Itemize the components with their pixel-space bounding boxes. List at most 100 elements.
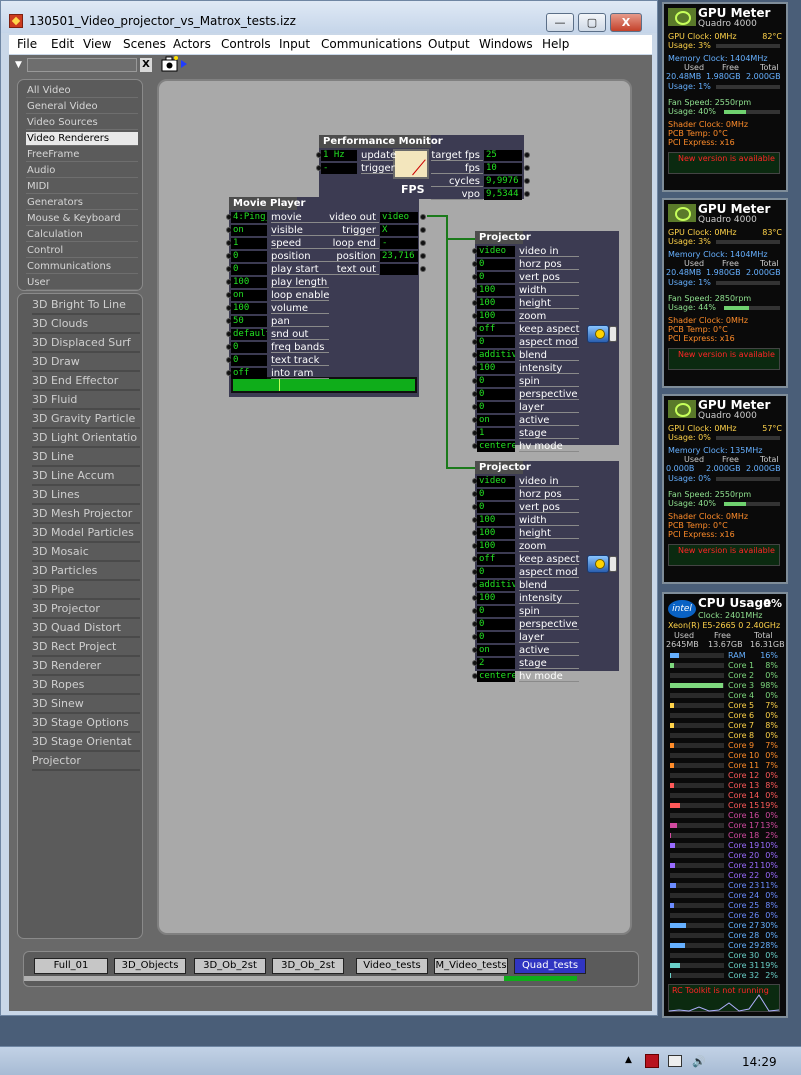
input-value[interactable]: 1: [477, 428, 515, 439]
input-value[interactable]: centere: [477, 671, 515, 682]
output-port-dot[interactable]: [524, 165, 530, 171]
gpu-meter-gadget[interactable]: GPU Meter Quadro 4000 GPU Clock: 0MHz Usage…: [662, 198, 788, 388]
actor-list-item[interactable]: Projector: [32, 754, 140, 771]
input-value[interactable]: 100: [477, 515, 515, 526]
output-port-dot[interactable]: [420, 253, 426, 259]
scene-tab[interactable]: 3D_Ob_2st: [194, 958, 266, 974]
minimize-button[interactable]: —: [546, 13, 574, 32]
projector-actor-1[interactable]: Projector video video in 0 horz pos 0 vert po…: [472, 231, 619, 452]
actor-list-item[interactable]: 3D Displaced Surf: [32, 336, 140, 353]
category-item[interactable]: FreeFrame: [26, 148, 138, 162]
input-value[interactable]: 0: [477, 502, 515, 513]
output-port-dot[interactable]: [524, 178, 530, 184]
menu-scenes[interactable]: Scenes: [123, 37, 166, 51]
category-item[interactable]: Calculation: [26, 228, 138, 242]
actor-list-item[interactable]: 3D Projector: [32, 602, 140, 619]
performance-monitor-actor[interactable]: Performance Monitor FPS 1 Hz update - trigg…: [316, 135, 530, 200]
cpu-usage-gadget[interactable]: intel CPU Usage 9% Clock: 2401MHz Xeon(R…: [662, 592, 788, 1018]
actor-list-item[interactable]: 3D Rect Project: [32, 640, 140, 657]
input-value[interactable]: on: [477, 415, 515, 426]
filter-dropdown-icon[interactable]: ▼: [15, 60, 22, 70]
new-version-notice[interactable]: New version is available: [678, 154, 775, 163]
input-value[interactable]: 0: [477, 337, 515, 348]
actor-list-item[interactable]: 3D Sinew: [32, 697, 140, 714]
menu-edit[interactable]: Edit: [51, 37, 74, 51]
close-button[interactable]: X: [610, 13, 642, 32]
input-value[interactable]: 1: [231, 238, 267, 249]
menu-help[interactable]: Help: [542, 37, 569, 51]
category-item[interactable]: Video Renderers: [26, 132, 138, 146]
actor-list-item[interactable]: 3D End Effector: [32, 374, 140, 391]
scene-tab[interactable]: 3D_Objects: [114, 958, 186, 974]
category-item[interactable]: Mouse & Keyboard: [26, 212, 138, 226]
actor-list-item[interactable]: 3D Light Orientatio: [32, 431, 140, 448]
actor-list-item[interactable]: 3D Ropes: [32, 678, 140, 695]
new-version-notice[interactable]: New version is available: [678, 546, 775, 555]
menu-view[interactable]: View: [83, 37, 111, 51]
projector-actor-2[interactable]: Projector video video in 0 horz pos 0 vert po…: [472, 461, 619, 682]
input-value[interactable]: off: [231, 368, 267, 379]
scene-tab[interactable]: Quad_tests: [514, 958, 586, 974]
input-value[interactable]: 0: [231, 342, 267, 353]
category-item[interactable]: All Video: [26, 84, 138, 98]
input-value[interactable]: 0: [477, 389, 515, 400]
movie-player-actor[interactable]: Movie Player 4:Ping_movieonvisible1speed…: [226, 197, 426, 397]
input-value[interactable]: 0: [231, 355, 267, 366]
menu-output[interactable]: Output: [428, 37, 470, 51]
input-value[interactable]: on: [231, 290, 267, 301]
tray-app-icon[interactable]: [645, 1054, 659, 1068]
category-item[interactable]: General Video: [26, 100, 138, 114]
gpu-meter-gadget[interactable]: GPU Meter Quadro 4000 GPU Clock: 0MHz Usage…: [662, 2, 788, 192]
actor-list-item[interactable]: 3D Lines: [32, 488, 140, 505]
menu-controls[interactable]: Controls: [221, 37, 271, 51]
actor-list-item[interactable]: 3D Mosaic: [32, 545, 140, 562]
output-port-dot[interactable]: [420, 214, 426, 220]
input-value[interactable]: 0: [477, 567, 515, 578]
output-port-dot[interactable]: [420, 227, 426, 233]
category-item[interactable]: Control: [26, 244, 138, 258]
scene-editor-canvas[interactable]: Performance Monitor FPS 1 Hz update - trigg…: [157, 79, 632, 935]
input-value[interactable]: centere: [477, 441, 515, 452]
actor-list-item[interactable]: 3D Fluid: [32, 393, 140, 410]
movie-progress-bar[interactable]: [231, 377, 417, 393]
input-value[interactable]: 100: [477, 528, 515, 539]
network-icon[interactable]: [668, 1055, 682, 1067]
rc-toolkit-notice[interactable]: RC Toolkit is not running: [672, 986, 769, 995]
actor-list-item[interactable]: 3D Clouds: [32, 317, 140, 334]
menu-communications[interactable]: Communications: [321, 37, 422, 51]
actor-list-item[interactable]: 3D Model Particles: [32, 526, 140, 543]
input-value[interactable]: on: [477, 645, 515, 656]
menu-actors[interactable]: Actors: [173, 37, 211, 51]
input-value[interactable]: 4:Ping_: [231, 212, 267, 223]
output-port-dot[interactable]: [420, 240, 426, 246]
movie-position-cursor[interactable]: [278, 379, 280, 391]
input-value[interactable]: 1 Hz: [321, 150, 357, 161]
input-value[interactable]: 0: [477, 619, 515, 630]
actor-list-item[interactable]: 3D Mesh Projector: [32, 507, 140, 524]
maximize-button[interactable]: ▢: [578, 13, 606, 32]
input-value[interactable]: additive: [477, 580, 515, 591]
input-value[interactable]: 0: [477, 489, 515, 500]
input-value[interactable]: 100: [477, 298, 515, 309]
search-clear-button[interactable]: X: [140, 58, 152, 72]
output-port-dot[interactable]: [524, 152, 530, 158]
scene-tab-scrollbar[interactable]: [24, 976, 577, 981]
actor-list-item[interactable]: 3D Line: [32, 450, 140, 467]
input-value[interactable]: 50: [231, 316, 267, 327]
menu-windows[interactable]: Windows: [479, 37, 533, 51]
category-item[interactable]: Video Sources: [26, 116, 138, 130]
input-value[interactable]: 100: [477, 593, 515, 604]
scene-tab[interactable]: Full_01: [34, 958, 108, 974]
menu-input[interactable]: Input: [279, 37, 310, 51]
input-value[interactable]: 0: [477, 402, 515, 413]
input-value[interactable]: off: [477, 324, 515, 335]
scrollbar-thumb[interactable]: [504, 976, 577, 981]
input-value[interactable]: 100: [477, 285, 515, 296]
actor-list-item[interactable]: 3D Bright To Line: [32, 298, 140, 315]
actor-list-item[interactable]: 3D Stage Orientat: [32, 735, 140, 752]
input-value[interactable]: 100: [477, 311, 515, 322]
input-value[interactable]: 0: [477, 606, 515, 617]
input-value[interactable]: 2: [477, 658, 515, 669]
actor-list-item[interactable]: 3D Draw: [32, 355, 140, 372]
input-value[interactable]: default: [231, 329, 267, 340]
